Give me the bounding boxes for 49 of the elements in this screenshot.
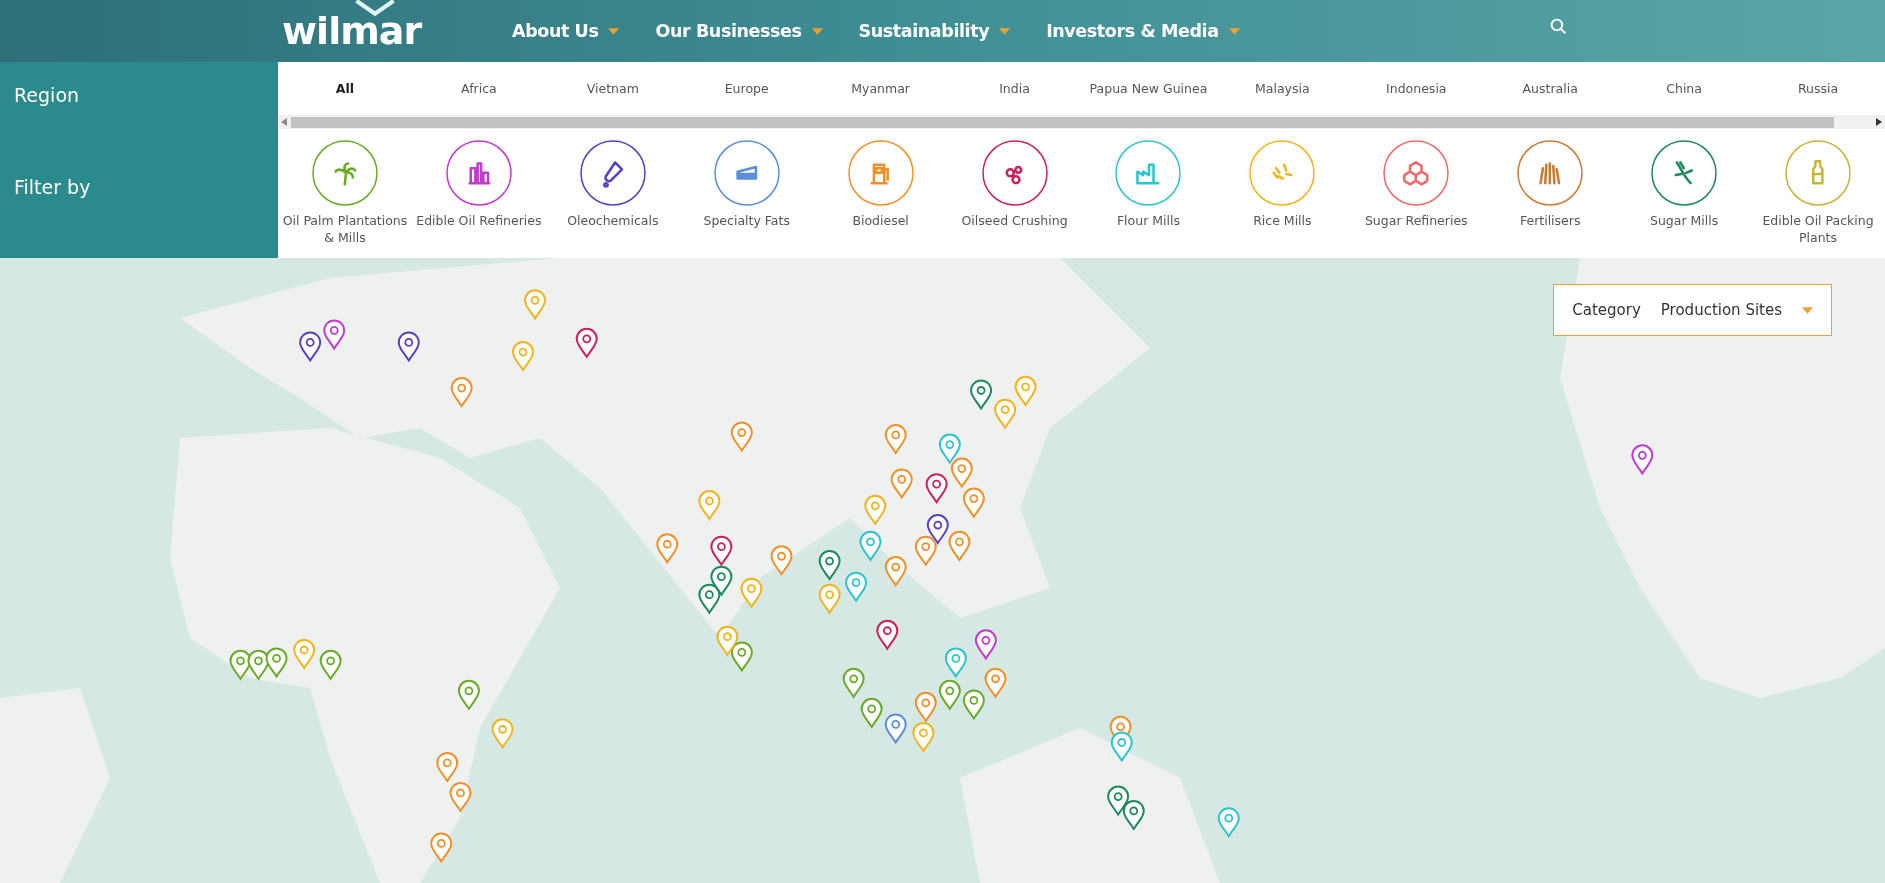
category-label[interactable]: Oilseed Crushing — [961, 213, 1068, 230]
region-tab[interactable]: Indonesia — [1349, 81, 1484, 96]
nav-link[interactable]: Our Businesses — [655, 21, 823, 41]
category-label[interactable]: Flour Mills — [1116, 213, 1180, 230]
scrollbar[interactable] — [278, 115, 1885, 129]
region-tab[interactable]: Papua New Guinea — [1081, 81, 1216, 96]
chevron-icon — [352, 0, 398, 18]
nav-link[interactable]: About Us — [512, 21, 620, 41]
category-label[interactable]: Oil Palm Plantations & Mills — [278, 213, 412, 247]
region-tab[interactable]: Vietnam — [545, 81, 680, 96]
search-icon[interactable] — [1550, 17, 1567, 35]
category-label[interactable]: Sugar Refineries — [1364, 213, 1468, 230]
category-icon[interactable] — [1516, 139, 1585, 207]
category-icon[interactable] — [444, 139, 513, 207]
category-icon[interactable] — [980, 139, 1049, 207]
category-label[interactable]: Sugar Mills — [1649, 213, 1719, 230]
region-tab[interactable]: Africa — [411, 81, 546, 96]
category-label[interactable]: Edible Oil Refineries — [416, 213, 542, 230]
caret-icon — [608, 27, 620, 35]
caret-icon — [811, 27, 823, 35]
category-label[interactable]: Oleochemicals — [567, 213, 659, 230]
region-tab[interactable]: Malaysia — [1215, 81, 1350, 96]
region-tab[interactable]: Russia — [1751, 81, 1885, 96]
nav-link[interactable]: Sustainability — [858, 21, 1011, 41]
region-tab[interactable]: Europe — [679, 81, 814, 96]
scroll-left-icon[interactable] — [281, 118, 287, 126]
filter-label: Filter by — [14, 176, 92, 198]
region-tab[interactable]: Myanmar — [813, 81, 948, 96]
nav-link[interactable]: Investors & Media — [1046, 21, 1240, 41]
category-icon[interactable] — [1650, 139, 1719, 207]
logo[interactable]: wilmar — [282, 12, 422, 50]
caret-icon — [1802, 306, 1813, 314]
caret-icon — [999, 27, 1011, 35]
category-label[interactable]: Rice Mills — [1253, 213, 1312, 230]
category-label[interactable]: Specialty Fats — [703, 213, 790, 230]
region-tab[interactable]: All — [278, 81, 412, 96]
category-icon[interactable] — [712, 139, 781, 207]
region-tab[interactable]: Australia — [1483, 81, 1618, 96]
category-label[interactable]: Biodiesel — [852, 213, 909, 230]
region-tab[interactable]: China — [1617, 81, 1752, 96]
category-label[interactable]: Fertilisers — [1519, 213, 1581, 230]
region-tab[interactable]: India — [947, 81, 1082, 96]
caret-icon — [1228, 27, 1240, 35]
region-label: Region — [14, 84, 81, 106]
category-dropdown[interactable]: Category Production Sites — [1553, 284, 1832, 336]
scroll-right-icon[interactable] — [1876, 118, 1882, 126]
category-label[interactable]: Edible Oil Packing Plants — [1751, 213, 1885, 247]
category-icon[interactable] — [1382, 139, 1451, 207]
category-icon[interactable] — [578, 139, 647, 207]
